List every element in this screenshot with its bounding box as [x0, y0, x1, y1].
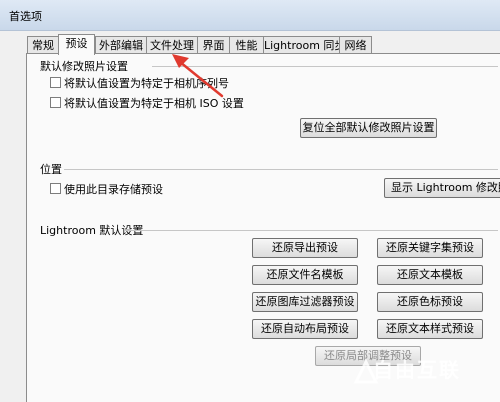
reset-develop-defaults-button[interactable]: 复位全部默认修改照片设置: [300, 118, 437, 138]
restore-filename-templates-button[interactable]: 还原文件名模板: [252, 265, 358, 285]
tab-lightroom-sync[interactable]: Lightroom 同步: [263, 36, 340, 54]
watermark-text: 自由互联: [373, 358, 461, 382]
window-title: 首选项: [9, 10, 42, 23]
group-separator: [152, 66, 498, 67]
restore-export-presets-button[interactable]: 还原导出预设: [252, 238, 358, 258]
serial-number-label: 将默认值设置为特定于相机序列号: [64, 77, 229, 90]
restore-library-filter-presets-button[interactable]: 还原图库过滤器预设: [252, 292, 358, 312]
iso-checkbox[interactable]: [50, 97, 61, 108]
store-presets-label: 使用此目录存储预设: [64, 183, 163, 196]
restore-keyword-set-presets-button[interactable]: 还原关键字集预设: [377, 238, 483, 258]
preferences-window: 首选项 常规 预设 外部编辑 文件处理 界面 性能 Lightroom 同步 网…: [0, 0, 500, 402]
develop-defaults-heading: 默认修改照片设置: [40, 60, 128, 73]
tab-interface[interactable]: 界面: [197, 36, 230, 54]
restore-color-label-presets-button[interactable]: 还原色标预设: [377, 292, 483, 312]
iso-label: 将默认值设置为特定于相机 ISO 设置: [64, 97, 244, 110]
group-separator: [124, 230, 498, 231]
tab-performance[interactable]: 性能: [229, 36, 264, 54]
group-separator: [64, 169, 498, 170]
title-bar: 首选项: [0, 0, 500, 31]
restore-auto-layout-presets-button[interactable]: 还原自动布局预设: [252, 319, 358, 339]
tab-file-handling[interactable]: 文件处理: [146, 36, 198, 54]
restore-text-templates-button[interactable]: 还原文本模板: [377, 265, 483, 285]
tab-general[interactable]: 常规: [27, 36, 59, 54]
tab-network[interactable]: 网络: [339, 36, 372, 54]
restore-text-style-presets-button[interactable]: 还原文本样式预设: [377, 319, 483, 339]
tab-presets[interactable]: 预设: [58, 34, 95, 55]
location-heading: 位置: [40, 163, 62, 176]
store-presets-checkbox[interactable]: [50, 183, 61, 194]
tab-external-editing[interactable]: 外部编辑: [95, 36, 147, 54]
show-develop-presets-button[interactable]: 显示 Lightroom 修改照片预设: [384, 178, 500, 198]
serial-number-checkbox[interactable]: [50, 77, 61, 88]
